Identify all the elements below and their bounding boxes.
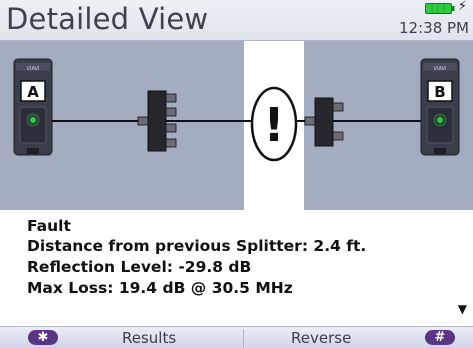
left-device[interactable]: VIAVI A (13, 58, 53, 156)
battery-charging-icon (425, 3, 455, 14)
scroll-down-icon[interactable]: ▼ (458, 302, 467, 316)
right-device[interactable]: VIAVI B (420, 58, 460, 156)
clock: 12:38 PM (399, 19, 469, 37)
reflection-level: Reflection Level: -29.8 dB (27, 258, 252, 276)
max-loss: Max Loss: 19.4 dB @ 30.5 MHz (27, 279, 293, 297)
left-device-brand: VIAVI (27, 66, 40, 72)
results-softkey[interactable]: Results (122, 328, 176, 348)
fault-symbol: ! (264, 98, 285, 152)
right-device-brand: VIAVI (434, 66, 447, 72)
screen: Detailed View ⚡ 12:38 PM VIAVI A ! VIAVI… (0, 0, 473, 348)
star-softkey-button[interactable]: ✱ (28, 330, 58, 345)
header-bar: Detailed View ⚡ 12:38 PM (0, 0, 473, 41)
distance-from-splitter: Distance from previous Splitter: 2.4 ft. (27, 237, 367, 255)
softkey-divider (243, 329, 244, 347)
page-title: Detailed View (6, 2, 209, 36)
left-device-label: A (27, 83, 39, 101)
diagram-svg: VIAVI A ! VIAVI B (13, 41, 460, 210)
charging-bolt-icon: ⚡ (457, 0, 467, 14)
right-device-label: B (434, 83, 445, 101)
reverse-softkey[interactable]: Reverse (291, 328, 351, 348)
softkey-bar: ✱ Results Reverse # (0, 326, 473, 348)
network-diagram: VIAVI A ! VIAVI B (0, 41, 473, 210)
fault-title: Fault (27, 217, 71, 235)
hash-softkey-button[interactable]: # (425, 330, 455, 345)
fault-details-panel: Fault Distance from previous Splitter: 2… (0, 210, 473, 326)
fault-icon[interactable]: ! (250, 86, 298, 162)
